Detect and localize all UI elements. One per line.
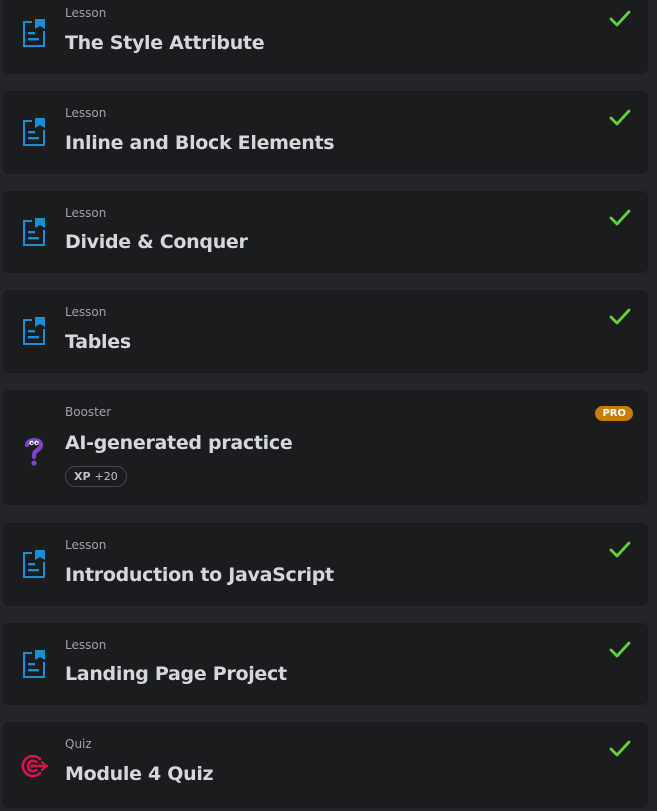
check-icon	[608, 106, 632, 130]
xp-reward-chip: XP +20	[65, 466, 127, 487]
lesson-type-label: Booster	[65, 405, 112, 419]
lesson-type-label: Quiz	[65, 737, 92, 751]
check-icon	[608, 305, 632, 329]
lesson-card[interactable]: Lesson Inline and Block Elements	[2, 91, 648, 174]
pro-badge: PRO	[595, 406, 633, 421]
lesson-type-label: Lesson	[65, 305, 107, 319]
lesson-title: Divide & Conquer	[65, 231, 248, 253]
question-mark-icon	[21, 435, 53, 467]
lesson-type-label: Lesson	[65, 638, 107, 652]
lesson-document-icon	[18, 648, 50, 680]
lesson-type-label: Lesson	[65, 206, 107, 220]
check-icon	[608, 206, 632, 230]
lesson-document-icon	[18, 216, 50, 248]
lesson-card[interactable]: Lesson The Style Attribute	[2, 0, 648, 74]
lesson-title: Inline and Block Elements	[65, 132, 335, 154]
check-icon	[608, 538, 632, 562]
lesson-title: Tables	[65, 331, 131, 353]
lesson-type-label: Lesson	[65, 106, 107, 120]
lesson-document-icon	[18, 17, 50, 49]
lesson-title: Module 4 Quiz	[65, 763, 214, 785]
lesson-card[interactable]: Lesson Tables	[2, 290, 648, 373]
lesson-list: Lesson The Style Attribute Lesson Inline…	[0, 0, 657, 811]
check-icon	[608, 7, 632, 31]
lesson-title: Landing Page Project	[65, 663, 287, 685]
lesson-title: Introduction to JavaScript	[65, 564, 334, 586]
lesson-card[interactable]: Lesson Divide & Conquer	[2, 191, 648, 273]
lesson-type-label: Lesson	[65, 6, 107, 20]
lesson-document-icon	[18, 315, 50, 347]
lesson-card[interactable]: Lesson Introduction to JavaScript	[2, 523, 648, 606]
check-icon	[608, 737, 632, 761]
xp-value: +20	[94, 470, 118, 483]
check-icon	[608, 638, 632, 662]
quiz-card[interactable]: Quiz Module 4 Quiz	[2, 722, 648, 808]
lesson-type-label: Lesson	[65, 538, 107, 552]
booster-card[interactable]: Booster AI-generated practice PRO XP +20	[2, 390, 648, 505]
lesson-document-icon	[18, 116, 50, 148]
lesson-document-icon	[18, 548, 50, 580]
xp-label: XP	[74, 470, 91, 483]
lesson-title: The Style Attribute	[65, 32, 265, 54]
target-icon	[18, 750, 50, 782]
lesson-title: AI-generated practice	[65, 432, 293, 454]
lesson-card[interactable]: Lesson Landing Page Project	[2, 623, 648, 705]
